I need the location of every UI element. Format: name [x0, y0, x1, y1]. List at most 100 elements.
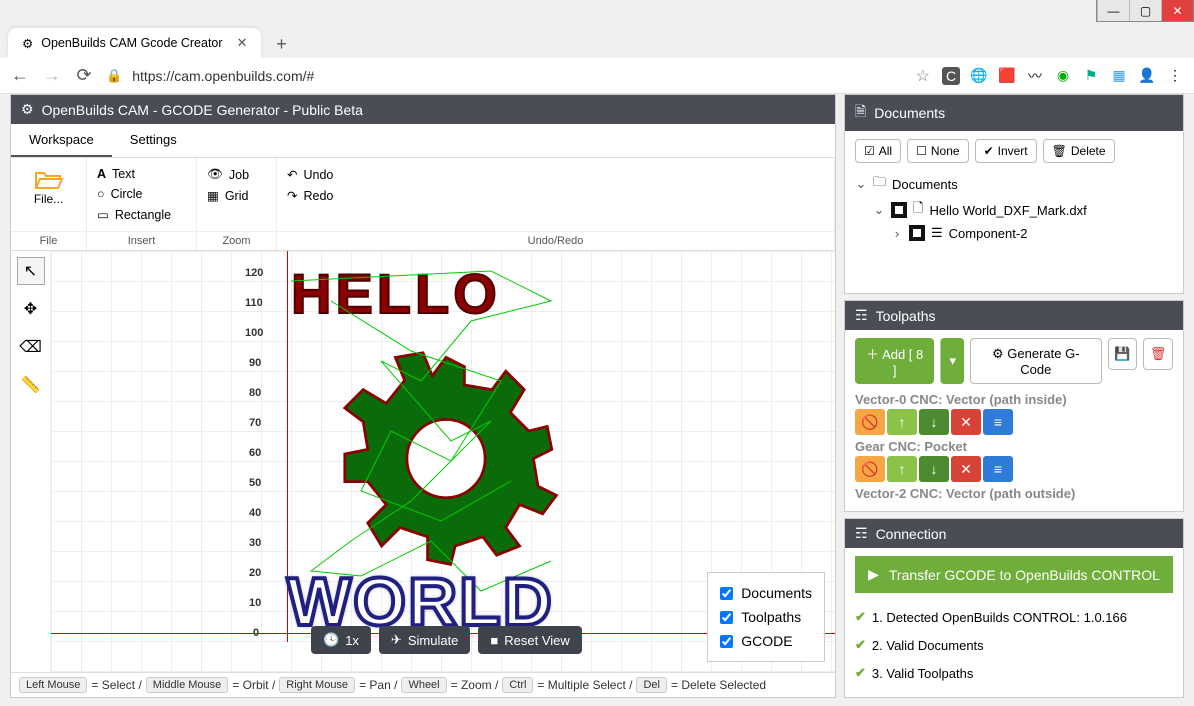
docs-invert-button[interactable]: ✔Invert: [975, 139, 1037, 163]
checkbox[interactable]: [720, 587, 733, 600]
simulate-label: Simulate: [408, 633, 459, 648]
toolpath-add-dropdown[interactable]: ▾: [940, 338, 964, 384]
ext-icon[interactable]: C: [942, 67, 960, 85]
hello-text-art: HELLO: [291, 261, 501, 326]
ext-icon[interactable]: ⚑: [1082, 67, 1100, 85]
toolpath-label: Vector-2 CNC: Vector (path outside): [855, 486, 1173, 501]
ext-icon[interactable]: 🟥: [998, 67, 1016, 85]
new-tab-button[interactable]: +: [267, 30, 295, 58]
connection-status-row: ✔3. Valid Toolpaths: [855, 659, 1173, 687]
tp-config-button[interactable]: ≡: [983, 409, 1013, 435]
tp-delete-button[interactable]: ✕: [951, 409, 981, 435]
nav-back-button[interactable]: ←: [10, 65, 30, 86]
tp-up-button[interactable]: ↑: [887, 456, 917, 482]
file-open-label: File...: [34, 192, 63, 206]
url-text: https://cam.openbuilds.com/#: [132, 68, 314, 84]
tp-up-button[interactable]: ↑: [887, 409, 917, 435]
tree-label: Component-2: [949, 226, 1028, 241]
viewport[interactable]: 120 110 100 90 80 70 60 50 40 30 20 10 0…: [51, 251, 835, 672]
tp-config-button[interactable]: ≡: [983, 456, 1013, 482]
rectangle-icon: ▭: [97, 207, 109, 222]
simulate-button[interactable]: ✈ Simulate: [379, 626, 470, 654]
hint-key: Wheel: [401, 677, 446, 693]
layer-gcode-toggle[interactable]: GCODE: [720, 629, 812, 653]
ext-icon[interactable]: 🌐: [970, 67, 988, 85]
docs-delete-button[interactable]: 🗑Delete: [1043, 139, 1115, 163]
window-close-button[interactable]: ✕: [1161, 0, 1193, 21]
hint-text: = Multiple Select /: [537, 678, 632, 692]
ext-icon[interactable]: ◉: [1054, 67, 1072, 85]
checkbox[interactable]: [720, 611, 733, 624]
tool-erase[interactable]: ⌫: [17, 333, 45, 361]
tp-down-button[interactable]: ↓: [919, 409, 949, 435]
list-icon: ☶: [855, 307, 868, 324]
insert-text-button[interactable]: AText: [97, 164, 186, 184]
extension-icons: C 🌐 🟥 〰 ◉ ⚑ ▦ 👤 ⋮: [942, 67, 1184, 85]
checkbox[interactable]: [720, 635, 733, 648]
browser-menu-icon[interactable]: ⋮: [1166, 67, 1184, 85]
lock-icon: 🔒: [106, 68, 122, 84]
ribbon-group-label: Zoom: [197, 231, 276, 250]
document-icon: 🗎: [855, 101, 866, 125]
insert-circle-button[interactable]: ○Circle: [97, 184, 186, 204]
tp-hide-button[interactable]: 🚫: [855, 456, 885, 482]
redo-button[interactable]: ↷Redo: [287, 185, 824, 206]
zoom-job-button[interactable]: 👁Job: [207, 164, 266, 185]
layer-documents-toggle[interactable]: Documents: [720, 581, 812, 605]
docs-none-button[interactable]: ☐None: [907, 139, 968, 163]
transfer-gcode-button[interactable]: ▶ Transfer GCODE to OpenBuilds CONTROL: [855, 556, 1173, 593]
tree-root[interactable]: ⌄ 🗀 Documents: [855, 171, 1173, 197]
delete-toolpaths-button[interactable]: 🗑: [1143, 338, 1173, 370]
connection-status-row: ✔1. Detected OpenBuilds CONTROL: 1.0.166: [855, 603, 1173, 631]
window-minimize-button[interactable]: —: [1097, 0, 1129, 21]
toolpath-add-button[interactable]: ＋ Add [ 8 ]: [855, 338, 934, 384]
app-titlebar: ⚙ OpenBuilds CAM - GCODE Generator - Pub…: [11, 95, 835, 124]
generate-gcode-button[interactable]: ⚙ Generate G-Code: [970, 338, 1102, 384]
insert-rectangle-button[interactable]: ▭Rectangle: [97, 204, 186, 225]
toolpath-item: Vector-2 CNC: Vector (path outside): [855, 486, 1173, 501]
tool-measure[interactable]: 📏: [17, 371, 45, 399]
layer-toolpaths-toggle[interactable]: Toolpaths: [720, 605, 812, 629]
window-maximize-button[interactable]: ▢: [1129, 0, 1161, 21]
address-bar[interactable]: 🔒 https://cam.openbuilds.com/#: [106, 68, 904, 84]
hint-key: Del: [636, 677, 667, 693]
browser-tab[interactable]: ⚙ OpenBuilds CAM Gcode Creator ✕: [8, 28, 261, 58]
tab-settings[interactable]: Settings: [112, 124, 195, 157]
gear-art: [331, 339, 561, 569]
eye-icon: 👁: [207, 167, 223, 182]
gear-icon: ⚙: [21, 101, 34, 118]
layers-icon: ☰: [931, 225, 943, 241]
avatar-icon[interactable]: 👤: [1138, 67, 1156, 85]
undo-button[interactable]: ↶Undo: [287, 164, 824, 185]
tool-select[interactable]: ↖: [17, 257, 45, 285]
tab-workspace[interactable]: Workspace: [11, 124, 112, 157]
plane-icon: ✈: [391, 632, 402, 648]
save-gcode-button[interactable]: 💾: [1108, 338, 1138, 370]
ext-icon[interactable]: 〰: [1026, 67, 1044, 85]
list-icon: ☶: [855, 525, 868, 542]
sim-speed-chip[interactable]: 🕓1x: [311, 626, 371, 654]
simulation-bar: 🕓1x ✈ Simulate ■Reset View: [311, 626, 582, 654]
status-text: 2. Valid Documents: [872, 638, 984, 653]
docs-all-button[interactable]: ☑All: [855, 139, 901, 163]
ext-icon[interactable]: ▦: [1110, 67, 1128, 85]
hint-text: = Pan /: [359, 678, 397, 692]
tp-down-button[interactable]: ↓: [919, 456, 949, 482]
tree-file[interactable]: ⌄ 🗋 Hello World_DXF_Mark.dxf: [855, 197, 1173, 223]
hint-text: = Orbit /: [232, 678, 275, 692]
y-tick: 100: [245, 327, 835, 339]
tool-move[interactable]: ✥: [17, 295, 45, 323]
tp-delete-button[interactable]: ✕: [951, 456, 981, 482]
visibility-toggle[interactable]: [891, 202, 907, 218]
bookmark-star-icon[interactable]: ☆: [916, 66, 930, 86]
zoom-grid-label: Grid: [225, 189, 249, 203]
tp-hide-button[interactable]: 🚫: [855, 409, 885, 435]
tab-close-icon[interactable]: ✕: [237, 35, 248, 51]
reset-view-button[interactable]: ■Reset View: [478, 626, 581, 654]
file-open-button[interactable]: File...: [21, 164, 76, 210]
tree-component[interactable]: › ☰ Component-2: [855, 223, 1173, 243]
check-icon: ✔: [855, 609, 866, 625]
nav-reload-button[interactable]: ⟳: [74, 65, 94, 86]
zoom-grid-button[interactable]: ▦Grid: [207, 185, 266, 206]
visibility-toggle[interactable]: [909, 225, 925, 241]
